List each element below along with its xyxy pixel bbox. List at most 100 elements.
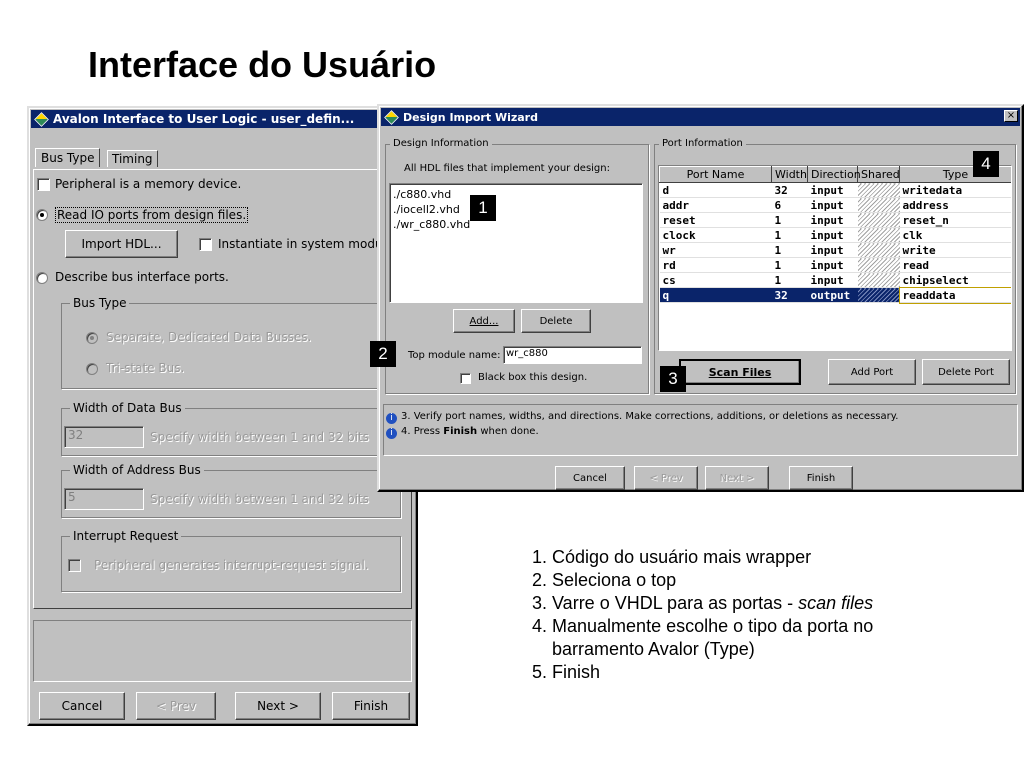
step-item: 2. Seleciona o top — [532, 570, 677, 590]
instantiate-checkbox[interactable] — [199, 238, 212, 251]
port-direction-cell[interactable]: input — [807, 242, 858, 258]
address-bus-hint: Specify width between 1 and 32 bits — [150, 492, 369, 506]
port-type-cell[interactable]: clk — [899, 227, 1011, 243]
port-type-cell[interactable]: read — [899, 257, 1011, 273]
port-name-cell[interactable]: reset — [659, 212, 772, 228]
data-bus-width-input[interactable]: 32 — [64, 426, 144, 448]
table-row[interactable]: addr 6 input address — [659, 197, 1011, 213]
black-box-checkbox[interactable] — [460, 373, 471, 384]
list-item[interactable]: ./wr_c880.vhd — [393, 217, 639, 232]
design-information-group: Design Information All HDL files that im… — [385, 138, 649, 394]
port-direction-cell[interactable]: input — [807, 257, 858, 273]
port-table-container: Port Name Width Direction Shared Type d3… — [658, 165, 1012, 351]
read-io-label: Read IO ports from design files. — [55, 207, 249, 223]
port-shared-cell[interactable] — [857, 272, 900, 288]
port-name-cell[interactable]: wr — [659, 242, 772, 258]
table-row[interactable]: d 32 input writedata — [659, 182, 1011, 198]
port-name-cell[interactable]: d — [659, 182, 772, 198]
column-header-shared[interactable]: Shared — [857, 166, 900, 183]
port-width-cell[interactable]: 1 — [771, 242, 808, 258]
hdl-file-list[interactable]: ./c880.vhd ./iocell2.vhd ./wr_c880.vhd — [389, 183, 643, 303]
avalon-prev-button[interactable]: < Prev — [136, 692, 216, 720]
port-type-cell[interactable]: reset_n — [899, 212, 1011, 228]
port-shared-cell[interactable] — [857, 257, 900, 273]
top-module-input[interactable]: wr_c880 — [503, 346, 642, 364]
list-item[interactable]: ./iocell2.vhd — [393, 202, 639, 217]
import-hdl-button[interactable]: Import HDL... — [65, 230, 178, 258]
steps-list: 1. Código do usuário mais wrapper 2. Sel… — [532, 546, 873, 684]
port-direction-cell[interactable]: output — [807, 287, 858, 303]
port-direction-cell[interactable]: input — [807, 212, 858, 228]
port-direction-cell[interactable]: input — [807, 197, 858, 213]
port-type-cell[interactable]: chipselect — [899, 272, 1011, 288]
port-width-cell[interactable]: 6 — [771, 197, 808, 213]
scan-files-button[interactable]: Scan Files — [679, 359, 801, 385]
wizard-titlebar[interactable]: Design Import Wizard — [381, 108, 1020, 126]
address-bus-width-group: Width of Address Bus 5 Specify width bet… — [61, 463, 401, 518]
port-width-cell[interactable]: 32 — [771, 182, 808, 198]
table-row-selected[interactable]: q 32 output readdata — [659, 286, 1011, 304]
port-type-cell[interactable]: write — [899, 242, 1011, 258]
column-header-port-name[interactable]: Port Name — [659, 166, 772, 183]
port-shared-cell[interactable] — [857, 242, 900, 258]
port-width-cell[interactable]: 1 — [771, 257, 808, 273]
port-type-cell[interactable]: writedata — [899, 182, 1011, 198]
avalon-cancel-button[interactable]: Cancel — [39, 692, 125, 720]
callout-badge-3: 3 — [660, 366, 686, 392]
add-file-button[interactable]: Add... — [453, 309, 515, 333]
port-type-cell[interactable]: address — [899, 197, 1011, 213]
step-item: 3. Varre o VHDL para as portas - scan fi… — [532, 592, 873, 615]
describe-ports-radio[interactable] — [36, 272, 48, 284]
port-name-cell[interactable]: addr — [659, 197, 772, 213]
design-import-wizard-window: Design Import Wizard × Design Informatio… — [377, 104, 1024, 492]
port-type-cell[interactable]: readdata — [898, 286, 1011, 304]
port-table-header: Port Name Width Direction Shared Type — [659, 166, 1011, 183]
port-width-cell[interactable]: 1 — [771, 212, 808, 228]
interrupt-checkbox[interactable] — [68, 559, 81, 572]
port-width-cell[interactable]: 1 — [771, 272, 808, 288]
port-direction-cell[interactable]: input — [807, 227, 858, 243]
tab-timing[interactable]: Timing — [107, 150, 158, 167]
interrupt-group-label: Interrupt Request — [70, 529, 182, 543]
avalon-titlebar[interactable]: Avalon Interface to User Logic - user_de… — [31, 110, 414, 128]
port-shared-cell[interactable] — [857, 287, 900, 303]
avalon-next-button[interactable]: Next > — [235, 692, 321, 720]
wizard-next-button[interactable]: Next > — [705, 466, 769, 490]
close-icon[interactable]: × — [1004, 110, 1018, 122]
separate-busses-radio[interactable] — [86, 332, 98, 344]
add-port-button[interactable]: Add Port — [828, 359, 916, 385]
memory-device-checkbox[interactable] — [37, 178, 50, 191]
read-io-radio[interactable] — [36, 209, 48, 221]
table-row[interactable]: reset 1 input reset_n — [659, 212, 1011, 228]
port-name-cell[interactable]: cs — [659, 272, 772, 288]
column-header-width[interactable]: Width — [771, 166, 808, 183]
avalon-finish-button[interactable]: Finish — [332, 692, 410, 720]
wizard-finish-button[interactable]: Finish — [789, 466, 853, 490]
app-icon — [34, 111, 49, 127]
port-name-cell[interactable]: q — [659, 287, 772, 303]
tristate-bus-radio[interactable] — [86, 363, 98, 375]
table-row[interactable]: clock 1 input clk — [659, 227, 1011, 243]
port-direction-cell[interactable]: input — [807, 182, 858, 198]
port-shared-cell[interactable] — [857, 227, 900, 243]
port-width-cell[interactable]: 1 — [771, 227, 808, 243]
list-item[interactable]: ./c880.vhd — [393, 187, 639, 202]
wizard-cancel-button[interactable]: Cancel — [555, 466, 625, 490]
delete-port-button[interactable]: Delete Port — [922, 359, 1010, 385]
port-info-group-label: Port Information — [659, 138, 746, 149]
delete-file-button[interactable]: Delete — [521, 309, 591, 333]
port-shared-cell[interactable] — [857, 212, 900, 228]
table-row[interactable]: rd 1 input read — [659, 257, 1011, 273]
port-name-cell[interactable]: clock — [659, 227, 772, 243]
port-shared-cell[interactable] — [857, 182, 900, 198]
column-header-direction[interactable]: Direction — [807, 166, 861, 183]
wizard-prev-button[interactable]: < Prev — [634, 466, 698, 490]
table-row[interactable]: cs 1 input chipselect — [659, 272, 1011, 288]
table-row[interactable]: wr 1 input write — [659, 242, 1011, 258]
port-direction-cell[interactable]: input — [807, 272, 858, 288]
port-shared-cell[interactable] — [857, 197, 900, 213]
port-width-cell[interactable]: 32 — [771, 287, 808, 303]
address-bus-width-input[interactable]: 5 — [64, 488, 144, 510]
port-name-cell[interactable]: rd — [659, 257, 772, 273]
tab-bus-type[interactable]: Bus Type — [35, 148, 101, 167]
